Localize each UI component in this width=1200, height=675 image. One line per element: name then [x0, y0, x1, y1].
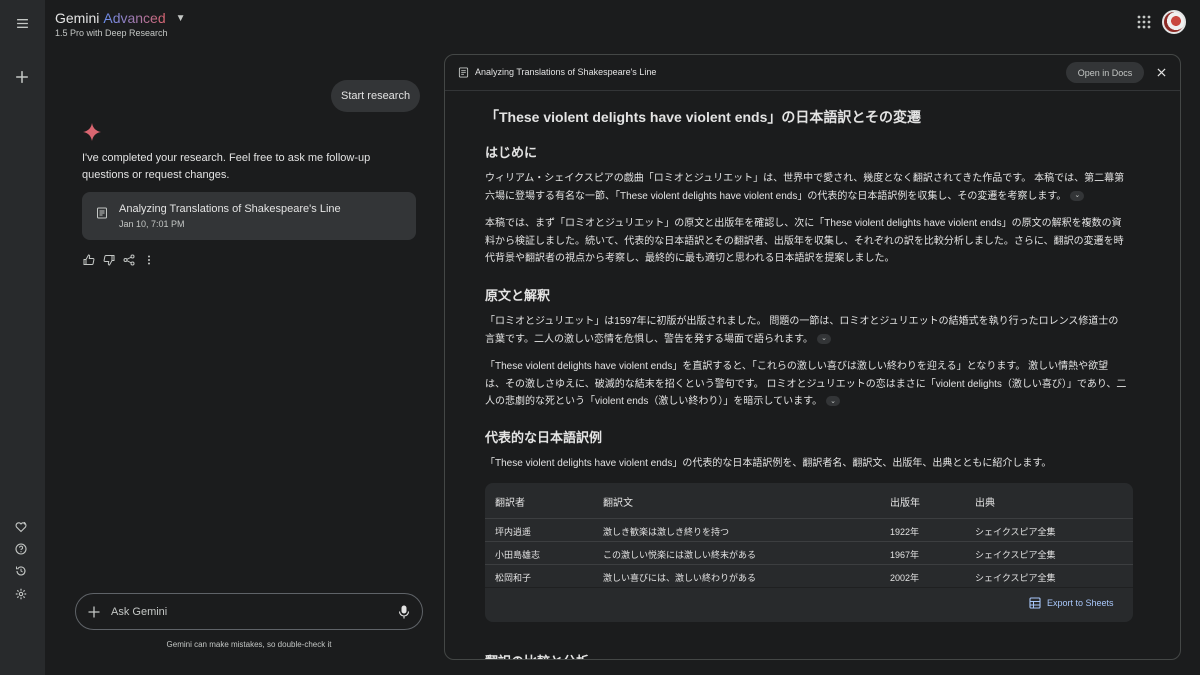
share-icon[interactable]: [122, 253, 135, 266]
table-cell: 2002年: [890, 573, 920, 583]
table-cell: シェイクスピア全集: [975, 527, 1056, 537]
prompt-box: [75, 593, 423, 630]
panel-title: Analyzing Translations of Shakespeare's …: [475, 67, 657, 77]
section-heading-intro: はじめに: [485, 145, 538, 160]
caret-down-icon: ▼: [175, 12, 186, 24]
table-divider: [485, 564, 1133, 565]
assistant-reply: I've completed your research. Feel free …: [82, 152, 371, 181]
prompt-input[interactable]: [111, 605, 381, 618]
expand-source-icon[interactable]: ⌄: [1070, 190, 1085, 201]
menu-icon[interactable]: [11, 12, 33, 34]
doc-card-date: Jan 10, 7:01 PM: [119, 219, 185, 229]
section-heading-original: 原文と解釈: [485, 288, 551, 303]
table-cell: 激しき歓楽は激しき終りを持つ: [603, 527, 730, 537]
doc-title: 「These violent delights have violent end…: [485, 109, 921, 125]
doc-card-title: Analyzing Translations of Shakespeare's …: [119, 203, 341, 215]
more-vert-icon[interactable]: [142, 253, 155, 266]
table-divider: [485, 587, 1133, 588]
sheets-icon: [1029, 597, 1041, 609]
add-attachment-icon[interactable]: [87, 605, 101, 619]
gems-icon[interactable]: [15, 520, 29, 534]
intro-paragraph-1: ウィリアム・シェイクスピアの戯曲「ロミオとジュリエット」は、世界中で愛され、幾度…: [485, 173, 1125, 202]
table-cell: 1967年: [890, 550, 920, 560]
table-cell: 松岡和子: [495, 573, 532, 583]
disclaimer-text: Gemini can make mistakes, so double-chec…: [166, 640, 332, 649]
export-label: Export to Sheets: [1047, 598, 1114, 608]
table-cell: シェイクスピア全集: [975, 550, 1056, 560]
open-in-docs-button[interactable]: Open in Docs: [1066, 62, 1144, 83]
translations-table: 翻訳者 翻訳文 出版年 出典 坪内逍遥 激しき歓楽は激しき終りを持つ 1922年…: [485, 483, 1133, 622]
table-cell: 激しい喜びには、激しい終わりがある: [603, 573, 757, 583]
response-actions: [82, 253, 155, 266]
examples-paragraph: 「These violent delights have violent end…: [485, 458, 1052, 469]
expand-source-icon[interactable]: ⌄: [817, 333, 831, 344]
table-header: 出典: [975, 498, 995, 509]
help-icon[interactable]: [15, 542, 29, 556]
account-avatar[interactable]: [1162, 10, 1186, 34]
table-cell: 坪内逍遥: [495, 527, 532, 537]
section-heading-examples: 代表的な日本語訳例: [485, 430, 603, 445]
table-cell: この激しい悦楽には激しい終末がある: [603, 550, 757, 560]
document-icon: [97, 207, 107, 219]
gemini-spark-icon: [83, 123, 101, 141]
apps-grid-icon[interactable]: [1136, 14, 1152, 30]
document-icon: [458, 67, 469, 78]
export-to-sheets-button[interactable]: Export to Sheets: [1029, 597, 1114, 609]
settings-icon[interactable]: [15, 587, 29, 601]
brand-switcher[interactable]: Gemini Advanced ▼: [55, 10, 186, 26]
table-header: 翻訳文: [603, 498, 633, 509]
brand-name: Gemini: [55, 10, 100, 26]
table-divider: [485, 541, 1133, 542]
table-cell: 小田島雄志: [495, 550, 541, 560]
research-doc-panel: Analyzing Translations of Shakespeare's …: [444, 54, 1181, 660]
new-chat-icon[interactable]: [11, 66, 33, 88]
expand-source-icon[interactable]: ⌄: [826, 396, 841, 407]
research-doc-card[interactable]: Analyzing Translations of Shakespeare's …: [82, 192, 416, 240]
activity-icon[interactable]: [15, 564, 29, 578]
table-cell: シェイクスピア全集: [975, 573, 1056, 583]
thumbs-up-icon[interactable]: [82, 253, 95, 266]
close-icon[interactable]: [1154, 65, 1168, 79]
intro-paragraph-2: 本稿では、まず「ロミオとジュリエット」の原文と出版年を確認し、次に「These …: [485, 218, 1124, 264]
section-heading-comparison: 翻訳の比較と分析: [485, 651, 589, 659]
model-name: 1.5 Pro with Deep Research: [55, 28, 168, 38]
user-message: Start research: [331, 80, 421, 112]
panel-header: Analyzing Translations of Shakespeare's …: [445, 55, 1180, 91]
table-divider: [485, 518, 1133, 519]
table-header: 翻訳者: [495, 498, 525, 509]
table-cell: 1922年: [890, 527, 920, 537]
microphone-icon[interactable]: [398, 605, 410, 619]
brand-tier: Advanced: [103, 10, 166, 26]
table-header: 出版年: [890, 498, 920, 509]
original-paragraph-2: 「These violent delights have violent end…: [485, 361, 1127, 407]
thumbs-down-icon[interactable]: [102, 253, 115, 266]
original-paragraph-1: 「ロミオとジュリエット」は1597年に初版が出版されました。 問題の一節は、ロミ…: [485, 316, 1119, 345]
